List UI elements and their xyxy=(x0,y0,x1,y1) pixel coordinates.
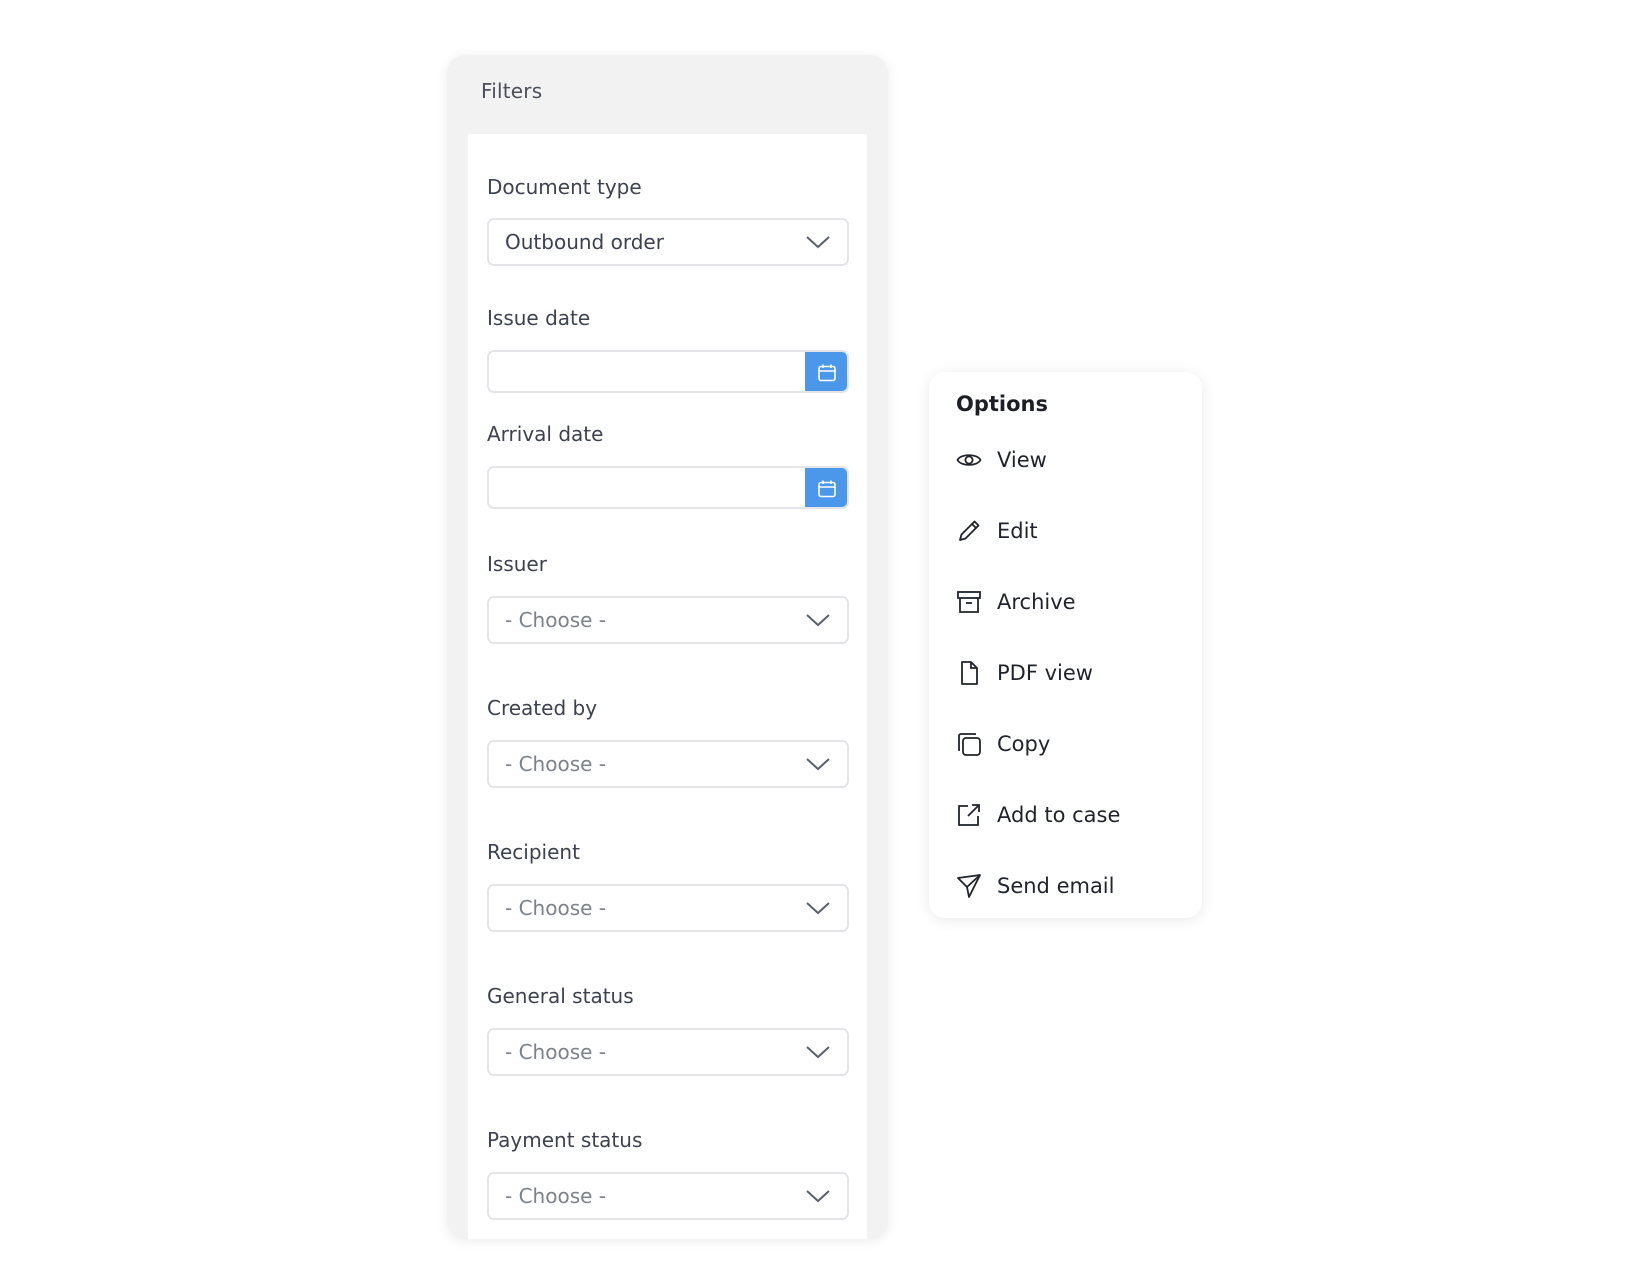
send-icon xyxy=(956,873,982,899)
menu-item-add-to-case[interactable]: Add to case xyxy=(956,795,1186,835)
arrival-date-field xyxy=(487,466,849,509)
chevron-down-icon xyxy=(806,614,830,627)
options-title: Options xyxy=(956,392,1048,416)
external-link-icon xyxy=(956,802,982,828)
chevron-down-icon xyxy=(806,758,830,771)
payment-status-select[interactable]: - Choose - xyxy=(487,1172,849,1220)
filters-body: Document type Outbound order Issue date … xyxy=(468,134,867,1239)
eye-icon xyxy=(956,447,982,473)
issue-date-calendar-button[interactable] xyxy=(805,352,847,391)
chevron-down-icon xyxy=(806,1046,830,1059)
issue-date-label: Issue date xyxy=(487,306,591,330)
archive-icon xyxy=(956,589,982,615)
copy-icon xyxy=(956,731,982,757)
menu-item-label: Edit xyxy=(997,519,1038,543)
issuer-value: - Choose - xyxy=(505,608,606,632)
menu-item-archive[interactable]: Archive xyxy=(956,582,1186,622)
calendar-icon xyxy=(817,364,836,381)
menu-item-send-email[interactable]: Send email xyxy=(956,866,1186,906)
menu-item-pdf-view[interactable]: PDF view xyxy=(956,653,1186,693)
menu-item-label: Copy xyxy=(997,732,1051,756)
chevron-down-icon xyxy=(806,902,830,915)
pencil-icon xyxy=(956,518,982,544)
issue-date-input[interactable] xyxy=(489,352,805,391)
created-by-value: - Choose - xyxy=(505,752,606,776)
arrival-date-calendar-button[interactable] xyxy=(805,468,847,507)
payment-status-label: Payment status xyxy=(487,1128,643,1152)
filters-panel: Filters Document type Outbound order Iss… xyxy=(447,55,888,1239)
filters-title: Filters xyxy=(481,79,543,103)
recipient-value: - Choose - xyxy=(505,896,606,920)
chevron-down-icon xyxy=(806,236,830,249)
menu-item-label: Add to case xyxy=(997,803,1121,827)
document-icon xyxy=(956,660,982,686)
payment-status-value: - Choose - xyxy=(505,1184,606,1208)
issuer-select[interactable]: - Choose - xyxy=(487,596,849,644)
arrival-date-input[interactable] xyxy=(489,468,805,507)
general-status-value: - Choose - xyxy=(505,1040,606,1064)
general-status-select[interactable]: - Choose - xyxy=(487,1028,849,1076)
menu-item-edit[interactable]: Edit xyxy=(956,511,1186,551)
recipient-select[interactable]: - Choose - xyxy=(487,884,849,932)
document-type-select[interactable]: Outbound order xyxy=(487,218,849,266)
menu-item-label: PDF view xyxy=(997,661,1093,685)
issuer-label: Issuer xyxy=(487,552,547,576)
general-status-label: General status xyxy=(487,984,634,1008)
menu-item-label: Send email xyxy=(997,874,1115,898)
arrival-date-label: Arrival date xyxy=(487,422,604,446)
document-type-value: Outbound order xyxy=(505,230,664,254)
document-type-label: Document type xyxy=(487,175,642,199)
issue-date-field xyxy=(487,350,849,393)
chevron-down-icon xyxy=(806,1190,830,1203)
menu-item-label: Archive xyxy=(997,590,1076,614)
menu-item-copy[interactable]: Copy xyxy=(956,724,1186,764)
recipient-label: Recipient xyxy=(487,840,580,864)
menu-item-label: View xyxy=(997,448,1047,472)
menu-item-view[interactable]: View xyxy=(956,440,1186,480)
created-by-select[interactable]: - Choose - xyxy=(487,740,849,788)
options-menu: Options View Edit Archive PDF view Copy xyxy=(929,372,1202,918)
calendar-icon xyxy=(817,480,836,497)
created-by-label: Created by xyxy=(487,696,598,720)
